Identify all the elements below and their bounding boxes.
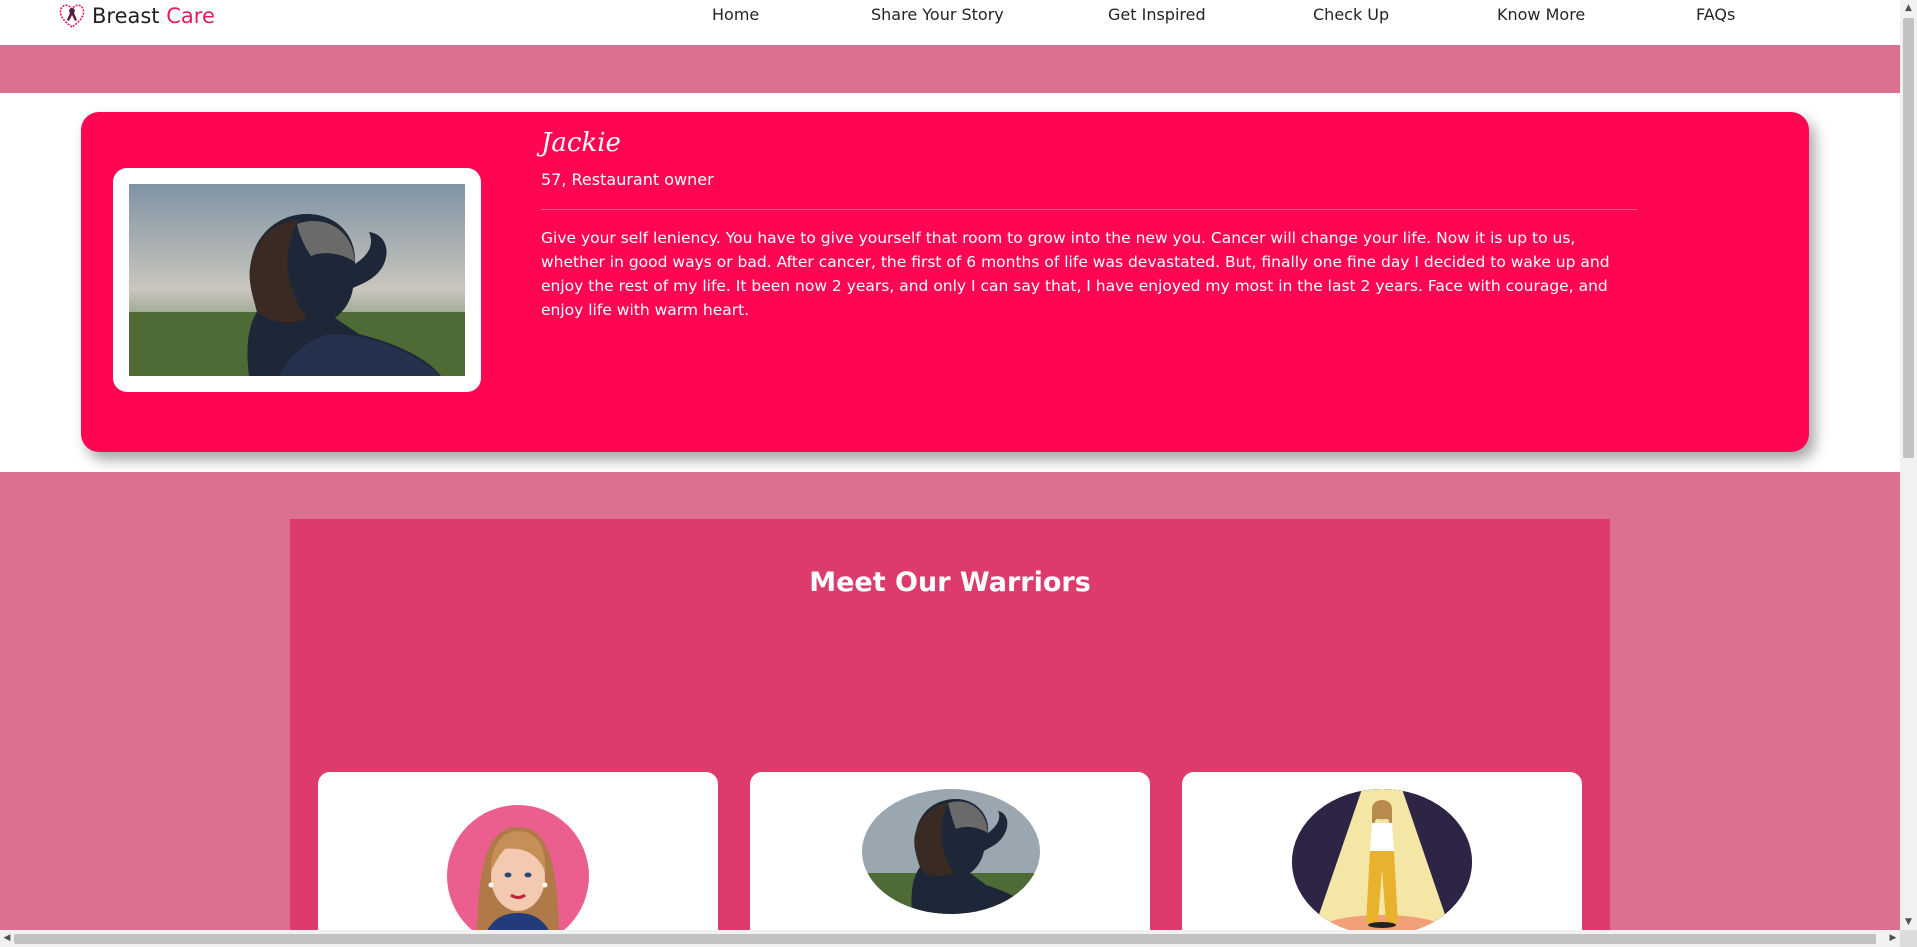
featured-photo-frame xyxy=(113,168,481,392)
brand[interactable]: Breast Care xyxy=(58,2,215,30)
brand-name-part2: Care xyxy=(166,4,215,28)
warriors-panel: Meet Our Warriors xyxy=(290,519,1610,947)
scroll-right-arrow-icon[interactable]: ▶ xyxy=(1886,930,1900,947)
nav-faqs[interactable]: FAQs xyxy=(1696,5,1735,24)
scrollbar-corner xyxy=(1900,930,1917,947)
featured-name: Jackie xyxy=(541,128,621,158)
featured-quote: Give your self leniency. You have to giv… xyxy=(541,229,1610,319)
vertical-scroll-thumb[interactable] xyxy=(1903,18,1914,458)
brand-name-part1: Breast xyxy=(92,4,160,28)
brand-name: Breast Care xyxy=(92,4,215,28)
warrior-card[interactable] xyxy=(750,772,1150,942)
warrior-avatar xyxy=(862,789,1040,914)
scroll-up-arrow-icon[interactable]: ▲ xyxy=(1900,0,1917,16)
top-pink-band xyxy=(0,45,1900,93)
warriors-title: Meet Our Warriors xyxy=(809,567,1091,598)
featured-story-card: Jackie 57, Restaurant owner Give your se… xyxy=(81,112,1809,452)
featured-photo xyxy=(129,184,465,376)
scroll-down-arrow-icon[interactable]: ▼ xyxy=(1900,914,1917,930)
featured-divider xyxy=(541,209,1637,210)
nav-check-up[interactable]: Check Up xyxy=(1313,5,1389,24)
horizontal-scrollbar[interactable]: ◀ ▶ xyxy=(0,930,1900,947)
nav-get-inspired[interactable]: Get Inspired xyxy=(1108,5,1206,24)
warrior-card[interactable] xyxy=(1182,772,1582,942)
vertical-scrollbar[interactable]: ▲ ▼ xyxy=(1900,0,1917,947)
nav-share-your-story[interactable]: Share Your Story xyxy=(871,5,1004,24)
warrior-avatar xyxy=(447,805,589,947)
nav-home[interactable]: Home xyxy=(712,5,759,24)
scroll-left-arrow-icon[interactable]: ◀ xyxy=(0,930,14,947)
navbar: Breast Care Home Share Your Story Get In… xyxy=(0,0,1900,45)
warrior-card[interactable] xyxy=(318,772,718,947)
nav-know-more[interactable]: Know More xyxy=(1497,5,1585,24)
featured-meta: 57, Restaurant owner xyxy=(541,170,714,189)
ribbon-heart-logo-icon xyxy=(59,4,85,28)
horizontal-scroll-thumb[interactable] xyxy=(14,934,1876,944)
warrior-avatar xyxy=(1292,789,1472,935)
